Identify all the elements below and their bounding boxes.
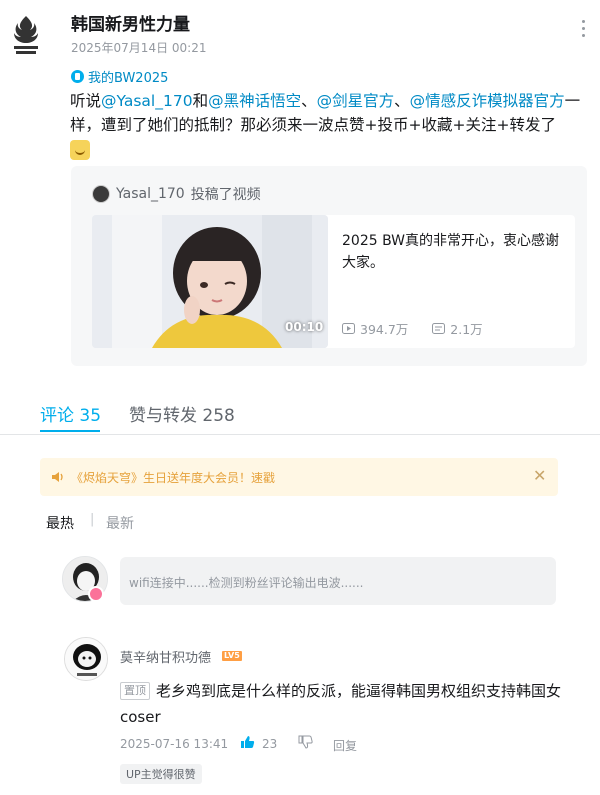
sort-hot[interactable]: 最热 <box>46 513 74 533</box>
avatar[interactable] <box>64 637 108 681</box>
tab-comments[interactable]: 评论 35 <box>40 401 101 426</box>
video-stats: 394.7万 2.1万 <box>342 319 483 338</box>
tabs-divider <box>0 434 600 435</box>
topic-link[interactable]: 我的BW2025 <box>71 67 168 86</box>
level-badge: LV5 <box>222 651 242 661</box>
like-count: 23 <box>262 737 278 751</box>
post-text-segment: 、 <box>394 92 410 110</box>
post-timestamp: 2025年07月14日 00:21 <box>71 41 207 55</box>
danmaku-count: 2.1万 <box>450 322 483 337</box>
commenter-name[interactable]: 莫辛纳甘积功德 <box>120 647 211 666</box>
close-icon[interactable]: ✕ <box>533 466 546 485</box>
views-stat: 394.7万 <box>342 319 408 338</box>
doge-emoji-icon <box>70 139 90 160</box>
post-text: 听说@Yasal_170和@黑神话悟空、@剑星官方、@情感反诈模拟器官方一样，遭… <box>70 89 590 161</box>
uploader-avatar[interactable] <box>92 185 110 203</box>
thumbs-down-icon[interactable] <box>298 735 313 749</box>
danmaku-stat: 2.1万 <box>432 319 483 338</box>
thumbs-up-icon[interactable] <box>240 735 255 749</box>
video-duration: 00:10 <box>285 320 324 334</box>
comment-body: 老乡鸡到底是什么样的反派，能逼得韩国男权组织支持韩国女coser <box>120 682 562 726</box>
more-vertical-icon[interactable] <box>582 20 586 38</box>
comment-time: 2025-07-16 13:41 <box>120 737 229 751</box>
vip-badge <box>88 586 104 602</box>
commenter-avatar-image <box>65 638 107 680</box>
post-text-segment: 、 <box>301 92 317 110</box>
notice-text[interactable]: 《烬焰天穹》生日送年度大会员！速戳 <box>71 469 275 486</box>
video-title[interactable]: 2025 BW真的非常开心，衷心感谢大家。 <box>342 230 567 274</box>
up-liked-badge: UP主觉得很赞 <box>120 764 202 784</box>
post-text-segment: 听说 <box>70 92 102 110</box>
repost-header: Yasal_170 投稿了视频 <box>92 184 261 204</box>
active-tab-indicator <box>40 430 100 432</box>
mention-emotion-fraud-sim[interactable]: @情感反诈模拟器官方 <box>410 92 565 110</box>
sort-new[interactable]: 最新 <box>106 513 134 533</box>
pinned-tag: 置顶 <box>120 682 150 700</box>
comment-input-placeholder[interactable]: wifi连接中......检测到粉丝评论输出电波...... <box>129 574 363 591</box>
author-name[interactable]: 韩国新男性力量 <box>71 10 190 35</box>
topic-label: 我的BW2025 <box>88 71 169 86</box>
reply-button[interactable]: 回复 <box>333 737 357 754</box>
play-count-icon <box>342 323 355 334</box>
mention-yasal[interactable]: @Yasal_170 <box>101 92 193 110</box>
flame-logo-icon <box>14 16 38 54</box>
post-text-segment: 和 <box>192 92 209 110</box>
uploader-name[interactable]: Yasal_170 <box>116 186 185 202</box>
mention-black-myth[interactable]: @黑神话悟空 <box>208 92 301 110</box>
repost-action: 投稿了视频 <box>190 187 261 203</box>
danmaku-icon <box>432 323 446 334</box>
speaker-icon <box>52 472 63 482</box>
sort-separator: | <box>90 512 95 527</box>
topic-icon <box>71 70 84 83</box>
views-count: 394.7万 <box>360 322 409 337</box>
tab-likes-reposts[interactable]: 赞与转发 258 <box>129 401 235 426</box>
mention-stellar-blade[interactable]: @剑星官方 <box>317 92 395 110</box>
